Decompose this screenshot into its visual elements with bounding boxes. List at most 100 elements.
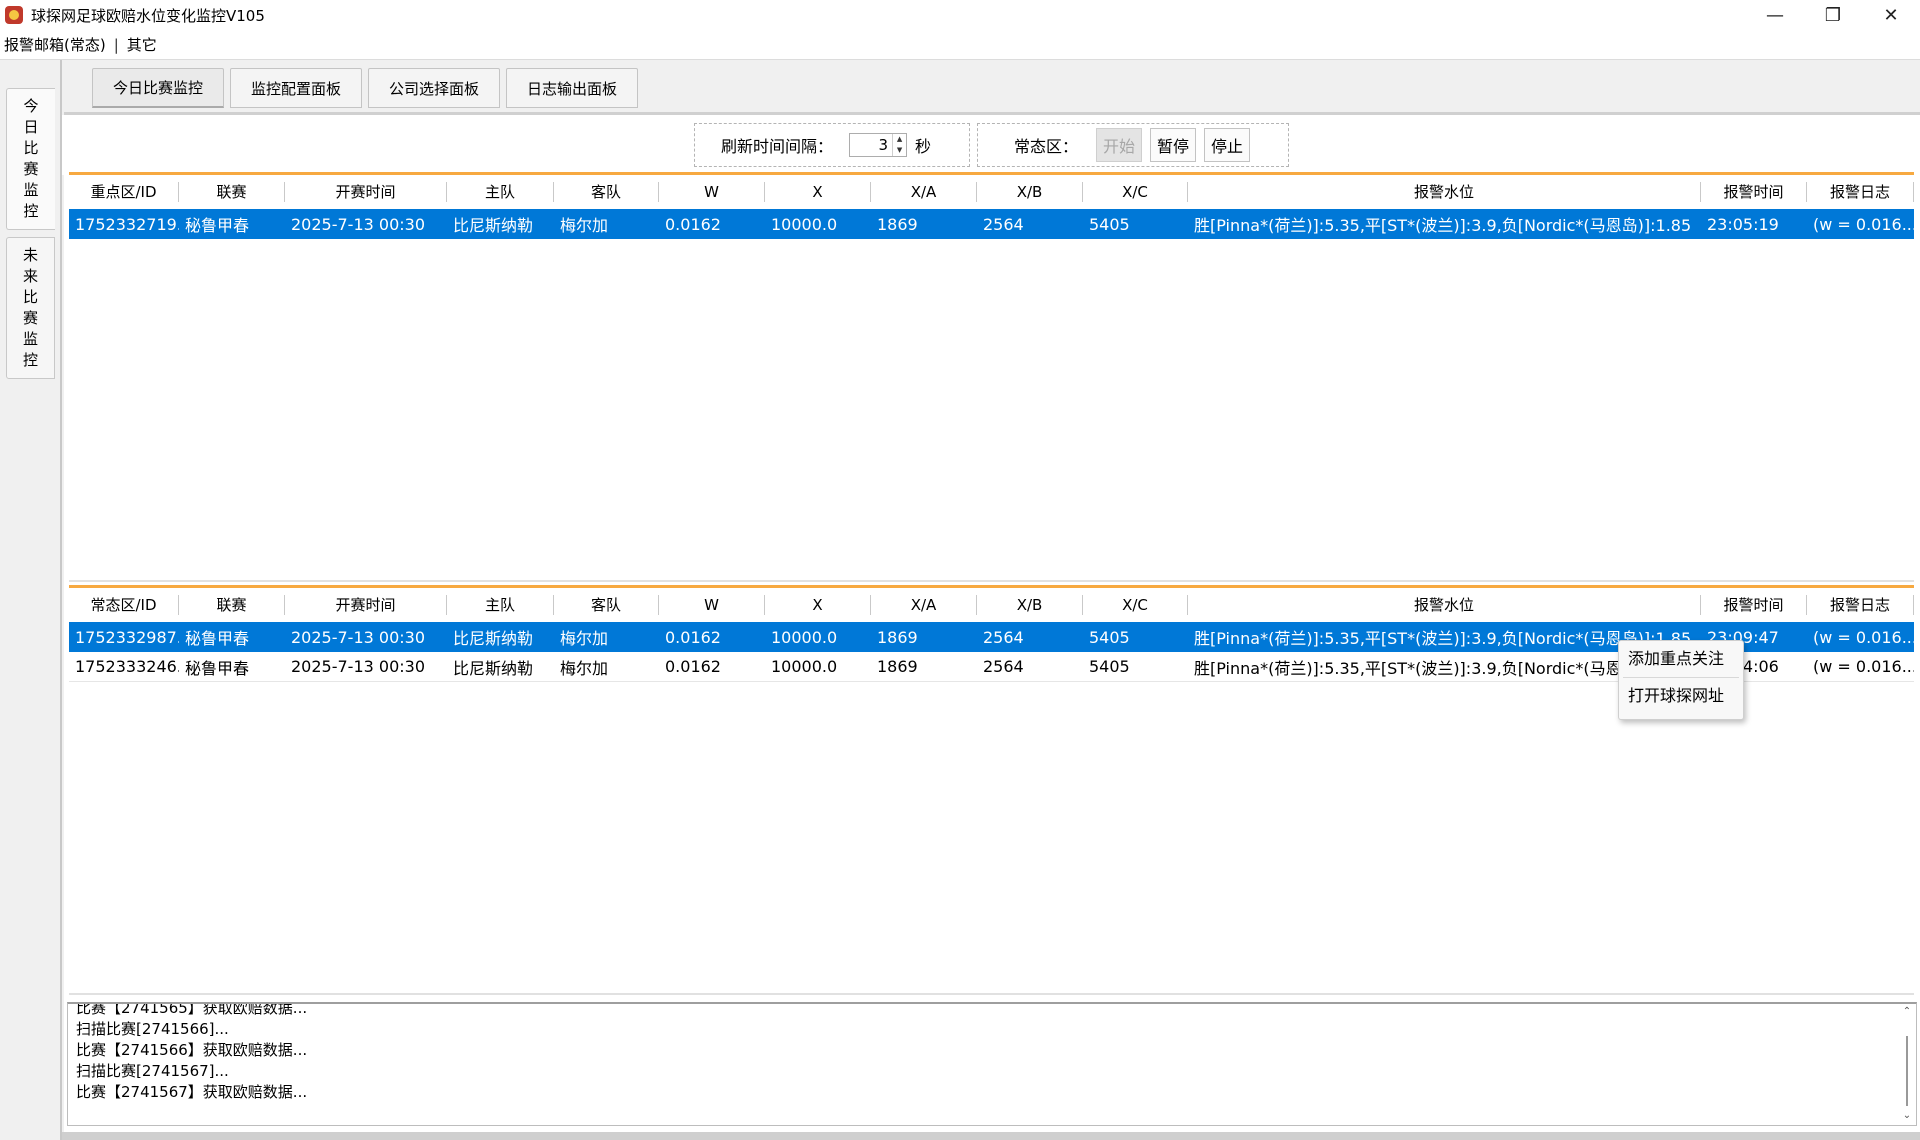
tab-monitor-config[interactable]: 监控配置面板 xyxy=(230,68,363,108)
cell-xa: 1869 xyxy=(877,657,918,676)
side-tab-future-monitor[interactable]: 未 来 比 赛 监 控 xyxy=(6,237,55,379)
spin-up-icon[interactable]: ▲ xyxy=(893,134,906,145)
key-zone-grid: 重点区/ID 联赛 开赛时间 主队 客队 W X X/A X/B X/C 报警水… xyxy=(69,172,1914,582)
menu-add-key-focus[interactable]: 添加重点关注 xyxy=(1619,641,1743,677)
window-title: 球探网足球欧赔水位变化监控V105 xyxy=(31,6,265,25)
side-tab-char: 控 xyxy=(23,202,39,220)
side-tab-char: 来 xyxy=(22,267,38,285)
key-grid-header: 重点区/ID 联赛 开赛时间 主队 客队 W X X/A X/B X/C 报警水… xyxy=(69,175,1914,209)
scroll-down-icon[interactable]: ⌄ xyxy=(1900,1110,1914,1124)
refresh-group: 刷新时间间隔： 3 ▲ ▼ 秒 xyxy=(694,123,970,167)
refresh-label: 刷新时间间隔： xyxy=(721,137,834,156)
normal-grid-header: 常态区/ID 联赛 开赛时间 主队 客队 W X X/A X/B X/C 报警水… xyxy=(69,588,1914,622)
col-header[interactable]: X/C xyxy=(1083,182,1188,202)
cell-x: 10000.0 xyxy=(771,214,838,234)
col-header[interactable]: 报警时间 xyxy=(1701,182,1807,202)
menu-other[interactable]: 其它 xyxy=(123,34,161,55)
cell-alert-log: (w = 0.016... xyxy=(1813,627,1914,647)
col-header[interactable]: X xyxy=(765,182,871,202)
col-header[interactable]: 常态区/ID xyxy=(69,595,179,615)
col-header[interactable]: 重点区/ID xyxy=(69,182,179,202)
col-header[interactable]: X/C xyxy=(1083,595,1188,615)
refresh-interval-value[interactable]: 3 xyxy=(850,134,892,156)
log-output[interactable]: 比赛【2741565】获取欧赔数据... 扫描比赛[2741566]... 比赛… xyxy=(67,1002,1917,1126)
pause-button[interactable]: 暂停 xyxy=(1150,128,1197,162)
cell-id: 1752333246... xyxy=(75,657,179,676)
cell-xa: 1869 xyxy=(877,627,918,647)
tab-log-output[interactable]: 日志输出面板 xyxy=(506,68,639,108)
menu-separator: | xyxy=(113,35,119,54)
col-header[interactable]: X/A xyxy=(871,595,977,615)
col-header[interactable]: 报警时间 xyxy=(1701,595,1807,615)
cell-id: 1752332719... xyxy=(75,214,179,234)
side-tab-char: 赛 xyxy=(22,309,38,327)
tab-today-monitor[interactable]: 今日比赛监控 xyxy=(92,68,225,108)
col-header[interactable]: W xyxy=(659,182,765,202)
col-header[interactable]: X/B xyxy=(977,182,1083,202)
menu-open-site[interactable]: 打开球探网址 xyxy=(1619,678,1743,714)
col-header[interactable]: X/B xyxy=(977,595,1083,615)
cell-alert-odds: 胜[Pinna*(荷兰)]:5.35,平[ST*(波兰)]:3.9,负[Nord… xyxy=(1194,216,1692,235)
side-tab-char: 比 xyxy=(22,288,38,306)
side-tab-char: 今 xyxy=(23,97,39,115)
start-button[interactable]: 开始 xyxy=(1096,128,1143,162)
spinner-arrows[interactable]: ▲ ▼ xyxy=(892,134,906,156)
cell-xb: 2564 xyxy=(983,627,1024,647)
side-tab-char: 赛 xyxy=(23,160,39,178)
side-tab-char: 控 xyxy=(22,351,38,369)
col-header[interactable]: 报警水位 xyxy=(1188,595,1701,615)
col-header[interactable]: 报警日志 xyxy=(1807,595,1914,615)
window-controls: — ❐ ✕ xyxy=(1746,0,1920,30)
col-header[interactable]: 主队 xyxy=(447,182,554,202)
col-header[interactable]: 联赛 xyxy=(179,595,285,615)
cell-alert-log: (w = 0.016... xyxy=(1813,214,1914,234)
minimize-button[interactable]: — xyxy=(1746,0,1804,30)
log-lines: 比赛【2741565】获取欧赔数据... 扫描比赛[2741566]... 比赛… xyxy=(76,1002,308,1103)
log-line: 比赛【2741567】获取欧赔数据... xyxy=(76,1083,308,1101)
stop-button[interactable]: 停止 xyxy=(1204,128,1251,162)
table-row[interactable]: 1752332719... 秘鲁甲春 2025-7-13 00:30 比尼斯纳勒… xyxy=(69,209,1914,239)
close-button[interactable]: ✕ xyxy=(1862,0,1920,30)
cell-start-time: 2025-7-13 00:30 xyxy=(291,627,425,647)
menu-alert-email[interactable]: 报警邮箱(常态) xyxy=(0,34,110,55)
col-header[interactable]: 客队 xyxy=(554,182,659,202)
cell-xa: 1869 xyxy=(877,214,918,234)
cell-away: 梅尔加 xyxy=(560,658,609,678)
scroll-thumb[interactable] xyxy=(1906,1036,1908,1106)
cell-w: 0.0162 xyxy=(665,214,721,234)
col-header[interactable]: X/A xyxy=(871,182,977,202)
zone-group: 常态区： 开始 暂停 停止 xyxy=(977,123,1289,167)
log-line: 扫描比赛[2741567]... xyxy=(76,1062,229,1080)
col-header[interactable]: 开赛时间 xyxy=(285,182,447,202)
cell-start-time: 2025-7-13 00:30 xyxy=(291,214,425,234)
cell-home: 比尼斯纳勒 xyxy=(453,658,534,678)
zone-label: 常态区： xyxy=(1014,137,1079,156)
cell-x: 10000.0 xyxy=(771,627,838,647)
col-header[interactable]: 客队 xyxy=(554,595,659,615)
col-header[interactable]: 开赛时间 xyxy=(285,595,447,615)
scroll-up-icon[interactable]: ⌃ xyxy=(1900,1006,1914,1020)
side-tab-today-monitor[interactable]: 今 日 比 赛 监 控 xyxy=(6,88,55,230)
cell-x: 10000.0 xyxy=(771,657,838,676)
side-tab-char: 日 xyxy=(23,118,39,136)
tab-company-select[interactable]: 公司选择面板 xyxy=(368,68,501,108)
cell-league: 秘鲁甲春 xyxy=(185,629,250,648)
log-line: 比赛【2741565】获取欧赔数据... xyxy=(76,1002,308,1017)
refresh-interval-spinner[interactable]: 3 ▲ ▼ xyxy=(849,133,908,157)
spin-down-icon[interactable]: ▼ xyxy=(893,145,906,156)
menu-bar: 报警邮箱(常态) | 其它 xyxy=(0,30,1920,60)
cell-xc: 5405 xyxy=(1089,214,1130,234)
col-header[interactable]: 联赛 xyxy=(179,182,285,202)
col-header[interactable]: 报警日志 xyxy=(1807,182,1914,202)
restore-button[interactable]: ❐ xyxy=(1804,0,1862,30)
top-tab-strip: 今日比赛监控 监控配置面板 公司选择面板 日志输出面板 xyxy=(92,68,639,108)
col-header[interactable]: W xyxy=(659,595,765,615)
log-scrollbar[interactable]: ⌃ ⌄ xyxy=(1900,1006,1914,1124)
col-header[interactable]: 报警水位 xyxy=(1188,182,1701,202)
cell-home: 比尼斯纳勒 xyxy=(453,216,534,235)
cell-xc: 5405 xyxy=(1089,627,1130,647)
col-header[interactable]: 主队 xyxy=(447,595,554,615)
col-header[interactable]: X xyxy=(765,595,871,615)
app-icon xyxy=(5,6,23,24)
cell-league: 秘鲁甲春 xyxy=(185,658,250,678)
